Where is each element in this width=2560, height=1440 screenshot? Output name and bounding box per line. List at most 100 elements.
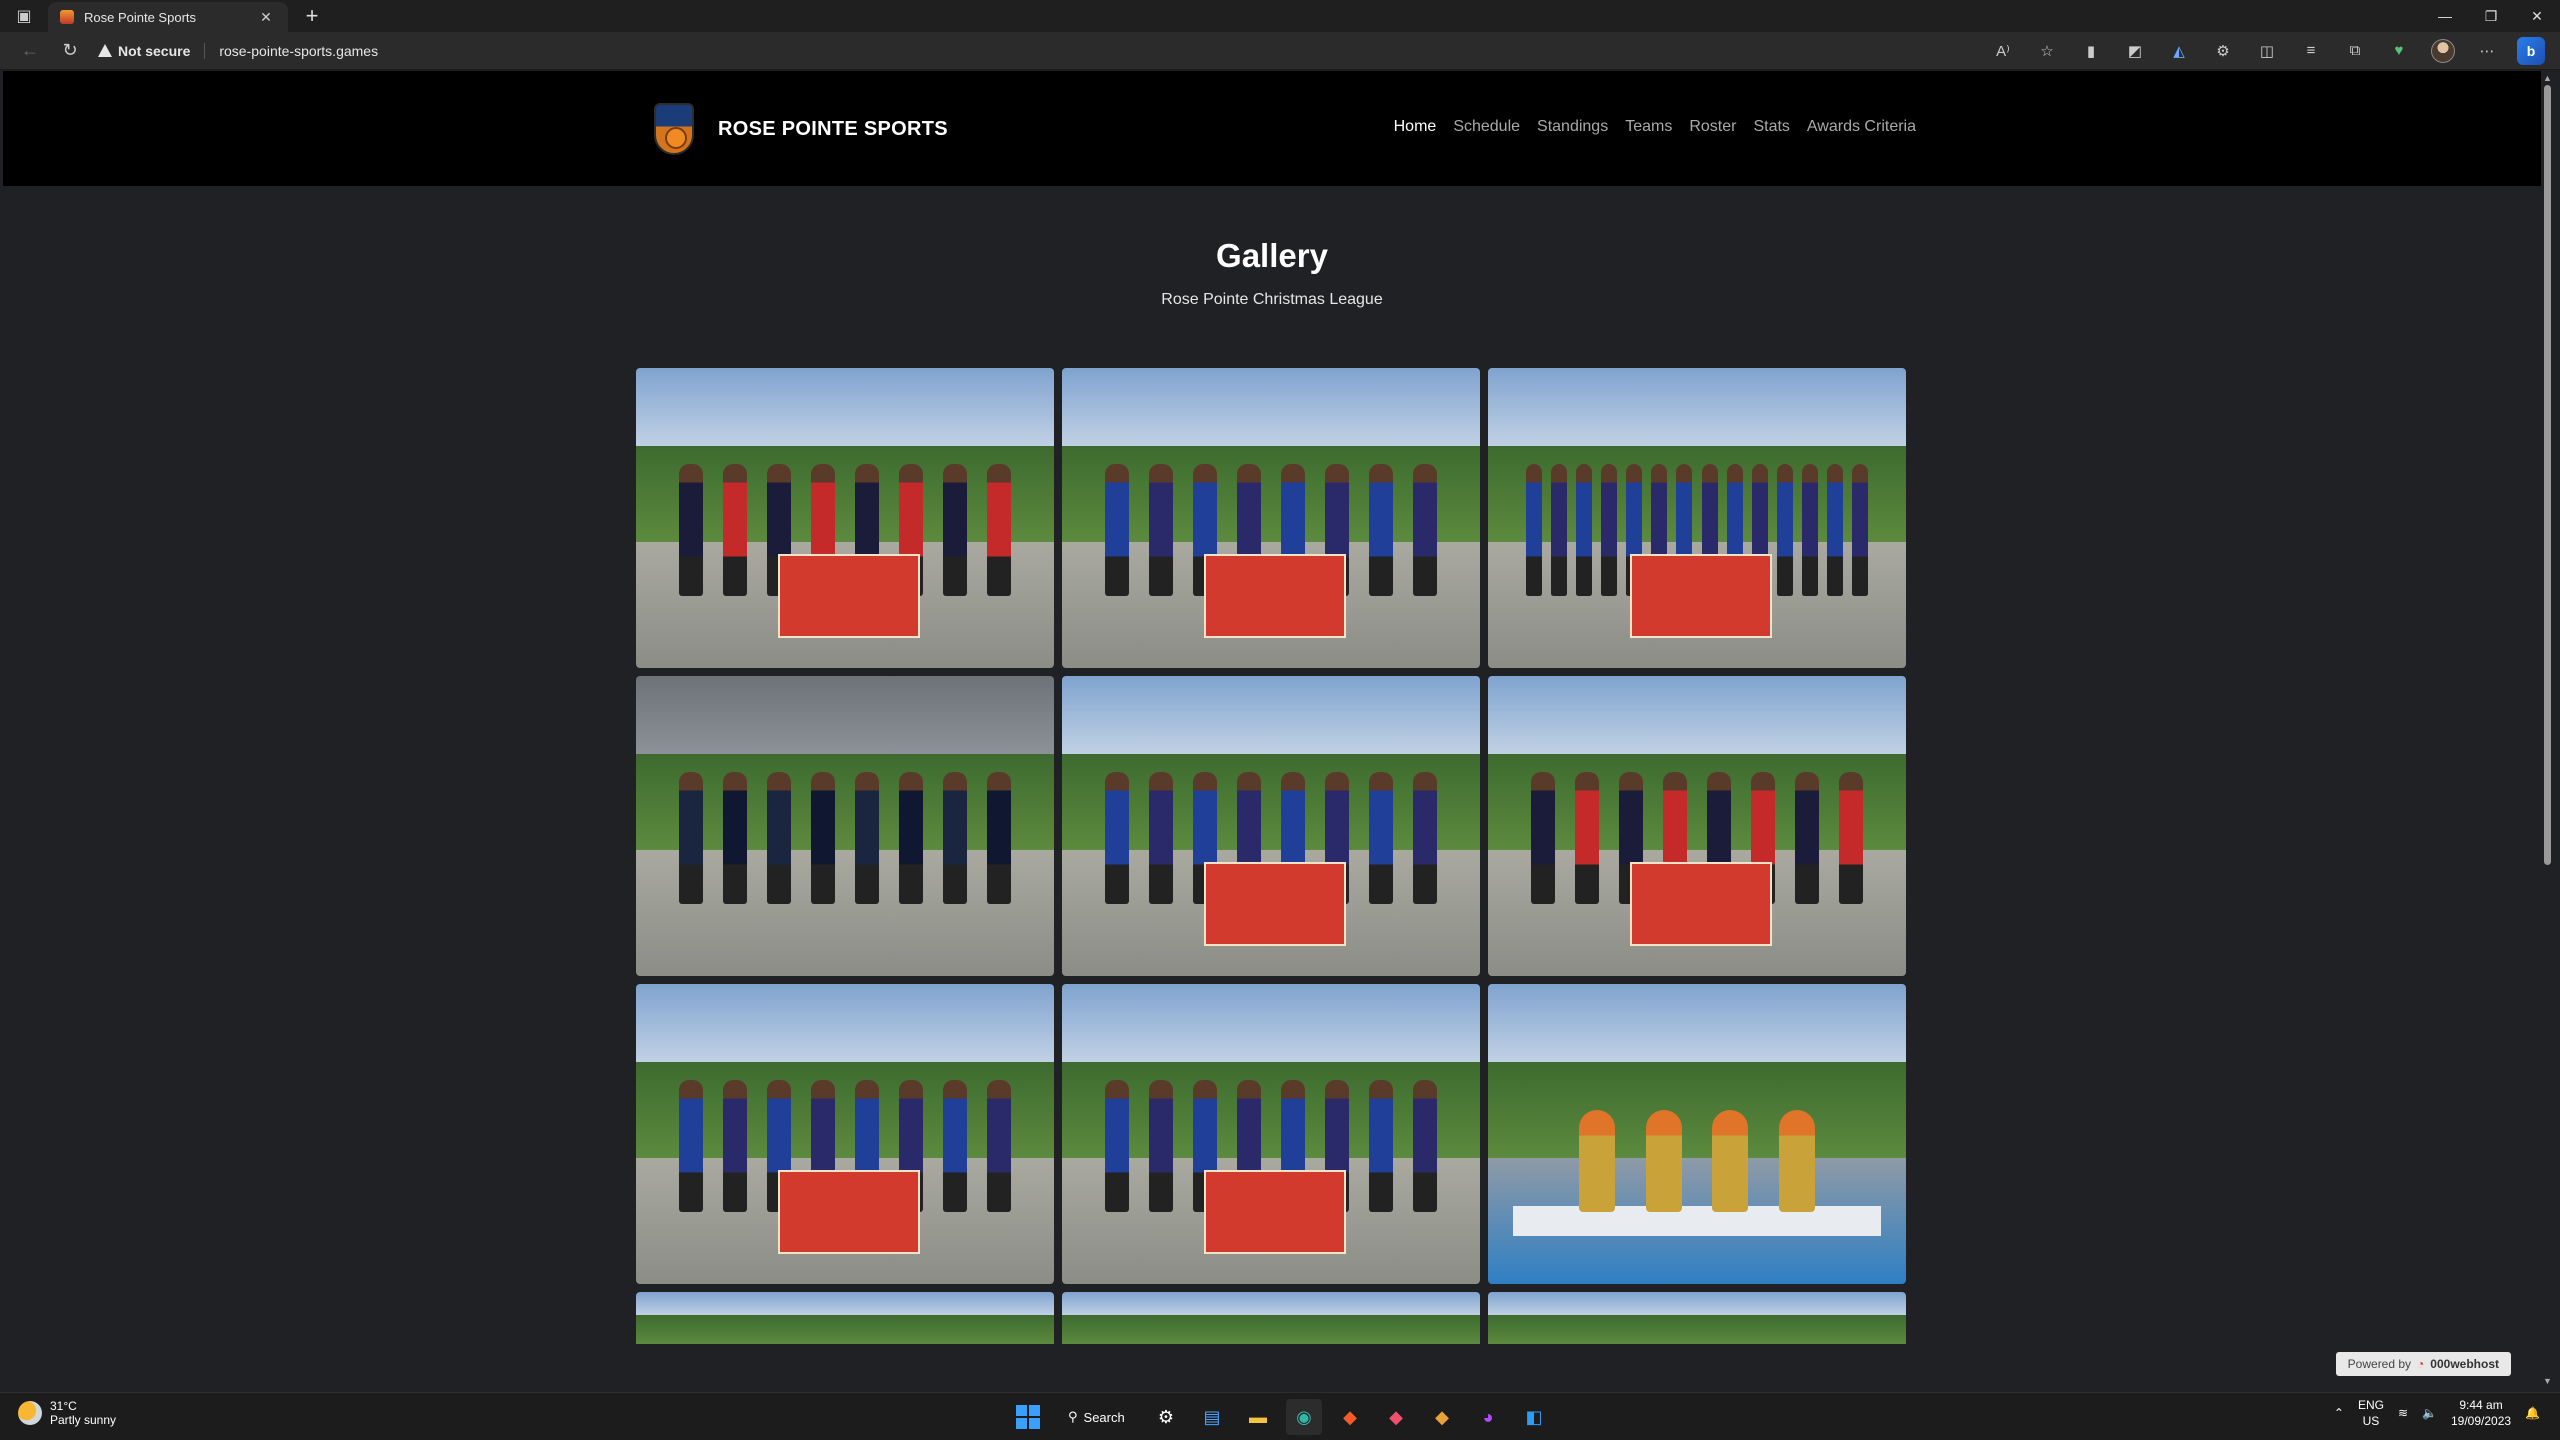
search-icon: ⚲: [1068, 1409, 1078, 1424]
nav-home[interactable]: Home: [1394, 118, 1437, 136]
scroll-up-icon[interactable]: ▲: [2543, 73, 2552, 83]
host-name: 000webhost: [2430, 1357, 2499, 1371]
brand-name: ROSE POINTE SPORTS: [718, 117, 948, 140]
nav-teams[interactable]: Teams: [1625, 118, 1672, 136]
gallery-hero: Gallery Rose Pointe Christmas League: [3, 237, 2541, 309]
powered-label: Powered by: [2347, 1357, 2412, 1371]
browser-tab[interactable]: Rose Pointe Sports ✕: [48, 2, 288, 32]
gallery-photo[interactable]: [1488, 368, 1906, 668]
messenger-icon[interactable]: ◕: [1470, 1399, 1506, 1435]
security-label: Not secure: [118, 42, 191, 59]
extension-icon[interactable]: ▮: [2072, 36, 2110, 66]
vscode-icon[interactable]: ◧: [1516, 1399, 1552, 1435]
tab-title: Rose Pointe Sports: [84, 9, 197, 25]
store-icon[interactable]: ▤: [1194, 1399, 1230, 1435]
lang-code: ENG: [2357, 1398, 2384, 1412]
reload-icon[interactable]: ↻: [50, 36, 90, 66]
brand[interactable]: ROSE POINTE SPORTS: [654, 103, 948, 155]
security-indicator[interactable]: Not secure: [98, 42, 206, 59]
site-favicon-icon: [60, 10, 74, 24]
url-text[interactable]: rose-pointe-sports.games: [219, 43, 378, 59]
clock-time: 9:44 am: [2459, 1398, 2503, 1412]
page-title: Gallery: [1216, 237, 1328, 274]
gallery-photo[interactable]: [636, 676, 1054, 976]
browser-essentials-icon[interactable]: ♥: [2380, 36, 2418, 66]
close-tab-icon[interactable]: ✕: [256, 9, 276, 26]
photo-gallery: [636, 368, 1911, 1382]
taskbar-search[interactable]: ⚲ Search: [1056, 1399, 1138, 1435]
scroll-down-icon[interactable]: ▼: [2543, 1376, 2552, 1386]
clock[interactable]: 9:44 am 19/09/2023: [2451, 1397, 2511, 1429]
nav-stats[interactable]: Stats: [1753, 118, 1789, 136]
start-icon[interactable]: [1010, 1399, 1046, 1435]
partly-sunny-icon: [18, 1401, 42, 1425]
scrollbar-thumb[interactable]: [2544, 85, 2551, 865]
taskbar-apps: ⚲ Search ⚙ ▤ ▬ ◉ ◆ ◆ ◆ ◕ ◧: [1010, 1399, 1552, 1435]
page-scrollbar[interactable]: ▲ ▼: [2541, 71, 2554, 1388]
lang-region: US: [2362, 1414, 2380, 1428]
favorites-icon[interactable]: ≡: [2292, 36, 2330, 66]
address-bar[interactable]: Not secure rose-pointe-sports.games: [98, 36, 1984, 66]
brave-icon[interactable]: ◆: [1332, 1399, 1368, 1435]
collections-icon[interactable]: ⧉: [2336, 36, 2374, 66]
minimize-icon[interactable]: —: [2422, 0, 2468, 32]
new-tab-button[interactable]: +: [294, 0, 330, 32]
gallery-photo[interactable]: [1062, 984, 1480, 1284]
file-explorer-icon[interactable]: ▬: [1240, 1399, 1276, 1435]
browser-toolbar: ← ↻ Not secure rose-pointe-sports.games …: [0, 32, 2560, 70]
nav-schedule[interactable]: Schedule: [1453, 118, 1520, 136]
restore-icon[interactable]: ❐: [2468, 0, 2514, 32]
read-aloud-icon[interactable]: A⁾: [1984, 36, 2022, 66]
warning-icon: [98, 44, 112, 57]
clock-date: 19/09/2023: [2450, 1414, 2512, 1428]
powered-by-badge[interactable]: Powered by ◔ 000webhost: [2335, 1352, 2511, 1376]
volume-icon[interactable]: 🔈: [2422, 1406, 2437, 1420]
temperature: 31°C: [50, 1399, 77, 1413]
wifi-icon[interactable]: ≋: [2398, 1406, 2408, 1420]
more-options-icon[interactable]: ⋯: [2468, 36, 2506, 66]
language-indicator[interactable]: ENG US: [2358, 1397, 2384, 1429]
weather-widget[interactable]: 31°C Partly sunny: [18, 1399, 116, 1427]
page-subtitle: Rose Pointe Christmas League: [1161, 291, 1383, 308]
gallery-photo[interactable]: [636, 368, 1054, 668]
edge-icon[interactable]: ◉: [1286, 1399, 1322, 1435]
nav-awards-criteria[interactable]: Awards Criteria: [1807, 118, 1916, 136]
system-tray: ⌃ ENG US ≋ 🔈 9:44 am 19/09/2023 🔔: [2334, 1397, 2540, 1429]
gallery-photo[interactable]: [636, 1292, 1054, 1382]
taskbar: 31°C Partly sunny ⚲ Search ⚙ ▤ ▬ ◉ ◆ ◆ ◆…: [0, 1392, 2560, 1440]
settings-icon[interactable]: ⚙: [1148, 1399, 1184, 1435]
league-logo-icon: [654, 103, 694, 155]
weather-desc: Partly sunny: [50, 1413, 117, 1427]
extension-3-icon[interactable]: ◭: [2160, 36, 2198, 66]
toolbar-icons: A⁾ ☆ ▮ ◩ ◭ ⚙ ◫ ≡ ⧉ ♥ ⋯ b: [1984, 36, 2550, 66]
nav-roster[interactable]: Roster: [1689, 118, 1736, 136]
gallery-photo[interactable]: [1062, 368, 1480, 668]
notification-bell-icon[interactable]: 🔔: [2525, 1406, 2540, 1420]
browser-tab-bar: ▣ Rose Pointe Sports ✕ + — ❐ ✕: [0, 0, 2560, 32]
extensions-puzzle-icon[interactable]: ⚙: [2204, 36, 2242, 66]
profile-avatar[interactable]: [2424, 36, 2462, 66]
search-label: Search: [1083, 1409, 1125, 1425]
gallery-photo[interactable]: [1488, 1292, 1906, 1382]
page-viewport: ROSE POINTE SPORTS Home Schedule Standin…: [3, 71, 2541, 1388]
close-window-icon[interactable]: ✕: [2514, 0, 2560, 32]
gallery-photo[interactable]: [636, 984, 1054, 1284]
show-hidden-icons[interactable]: ⌃: [2334, 1406, 2344, 1420]
gallery-photo[interactable]: [1488, 984, 1906, 1284]
site-header: ROSE POINTE SPORTS Home Schedule Standin…: [3, 71, 2541, 186]
gallery-photo[interactable]: [1062, 1292, 1480, 1382]
split-screen-icon[interactable]: ◫: [2248, 36, 2286, 66]
gallery-photo[interactable]: [1488, 676, 1906, 976]
gallery-photo[interactable]: [1062, 676, 1480, 976]
nav-standings[interactable]: Standings: [1537, 118, 1608, 136]
copilot-icon[interactable]: b: [2512, 36, 2550, 66]
tab-actions-icon[interactable]: ▣: [0, 0, 48, 32]
favorite-star-icon[interactable]: ☆: [2028, 36, 2066, 66]
back-icon[interactable]: ←: [10, 36, 50, 66]
brave-beta-icon[interactable]: ◆: [1378, 1399, 1414, 1435]
window-controls: — ❐ ✕: [2422, 0, 2560, 32]
extension-2-icon[interactable]: ◩: [2116, 36, 2154, 66]
webhost-logo-icon: ◔: [2417, 1357, 2425, 1371]
main-nav: Home Schedule Standings Teams Roster Sta…: [1394, 118, 1916, 136]
brave-nightly-icon[interactable]: ◆: [1424, 1399, 1460, 1435]
